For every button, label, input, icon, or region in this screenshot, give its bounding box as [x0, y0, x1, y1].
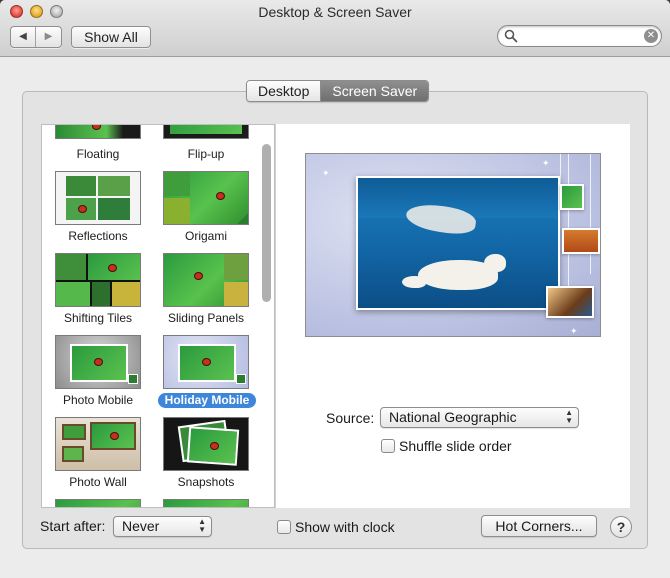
module-label: Sliding Panels	[167, 311, 245, 325]
show-clock-checkbox[interactable]	[277, 520, 291, 534]
back-arrow-icon: ◀	[19, 31, 27, 42]
module-thumbnail	[163, 253, 249, 307]
preview-side-photo	[560, 184, 584, 210]
module-thumbnail	[163, 171, 249, 225]
preview-side-photo	[546, 286, 594, 318]
module-thumbnail	[55, 125, 141, 139]
clear-search-icon[interactable]: ✕	[644, 29, 658, 43]
module-label: Floating	[76, 147, 120, 161]
shuffle-checkbox[interactable]	[381, 439, 395, 453]
forward-arrow-icon: ▶	[44, 31, 53, 42]
source-popup[interactable]: National Geographic ▲ ▼	[380, 407, 579, 428]
module-label: Snapshots	[177, 475, 235, 489]
screen-saver-preview: ✦ ✦ ✦	[305, 153, 601, 337]
tab-screen-saver[interactable]: Screen Saver	[321, 81, 429, 101]
start-after-popup[interactable]: Never ▲ ▼	[113, 516, 212, 537]
screen-saver-list[interactable]: Floating Flip-up Reflections Origami Shi…	[41, 124, 275, 508]
module-thumbnail	[55, 171, 141, 225]
preferences-window: Desktop & Screen Saver ◀ ▶ Show All ✕ De…	[0, 0, 670, 578]
search-input[interactable]	[520, 28, 640, 44]
source-value: National Geographic	[389, 409, 517, 425]
module-label: Flip-up	[187, 147, 225, 161]
start-after-label: Start after:	[40, 518, 106, 534]
search-icon	[504, 29, 518, 43]
module-label: Shifting Tiles	[63, 311, 133, 325]
shuffle-label: Shuffle slide order	[399, 438, 512, 454]
module-label-selected: Holiday Mobile	[158, 393, 256, 408]
tab-bar: Desktop Screen Saver	[246, 80, 430, 102]
help-button[interactable]: ?	[610, 516, 632, 538]
popup-arrows-icon: ▲ ▼	[198, 517, 206, 534]
module-thumbnail	[163, 125, 249, 139]
source-label: Source:	[326, 410, 375, 426]
mobile-string	[590, 154, 591, 274]
back-button[interactable]: ◀	[11, 27, 36, 47]
preview-main-photo	[356, 176, 560, 310]
module-label: Origami	[184, 229, 227, 243]
module-thumbnail	[55, 417, 141, 471]
forward-button[interactable]: ▶	[36, 27, 61, 47]
search-field[interactable]: ✕	[497, 25, 662, 47]
preview-side-photo	[562, 228, 600, 254]
module-thumbnail	[55, 253, 141, 307]
module-thumbnail	[163, 417, 249, 471]
hot-corners-button[interactable]: Hot Corners...	[481, 515, 597, 537]
tab-desktop[interactable]: Desktop	[247, 81, 322, 101]
title-bar: Desktop & Screen Saver ◀ ▶ Show All ✕	[0, 0, 670, 57]
module-thumbnail	[163, 499, 249, 507]
back-forward-control: ◀ ▶	[10, 26, 62, 48]
show-clock-label: Show with clock	[295, 519, 395, 535]
module-label: Photo Mobile	[62, 393, 134, 407]
popup-arrows-icon: ▲ ▼	[565, 408, 573, 425]
window-title: Desktop & Screen Saver	[258, 4, 412, 20]
module-thumbnail	[55, 335, 141, 389]
mobile-string	[568, 154, 569, 294]
list-scrollbar[interactable]	[262, 144, 271, 302]
start-after-value: Never	[122, 518, 160, 534]
module-thumbnail	[163, 335, 249, 389]
module-label: Reflections	[68, 229, 128, 243]
module-thumbnail	[55, 499, 141, 507]
module-label: Photo Wall	[69, 475, 127, 489]
ladybug-icon	[92, 125, 101, 130]
show-all-button[interactable]: Show All	[71, 26, 151, 48]
